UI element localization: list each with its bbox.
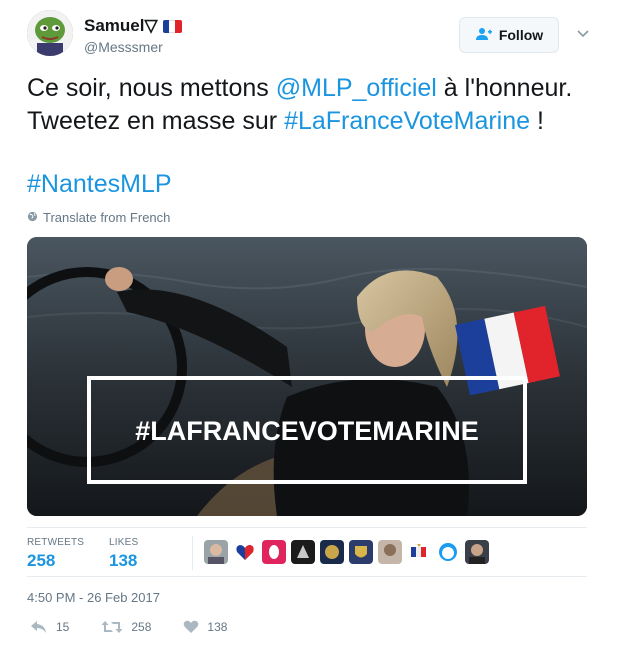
likes-stat[interactable]: LIKES 138 [109, 537, 138, 571]
likes-label: LIKES [109, 537, 139, 548]
retweet-count: 258 [131, 620, 152, 634]
france-flag-icon [162, 19, 182, 33]
tweet-text-part: à l'honneur. [436, 74, 573, 102]
tweet-stats: RETWEETS 258 LIKES 138 [27, 527, 587, 577]
translate-link[interactable]: Translate from French [27, 210, 170, 225]
hashtag-link[interactable]: #NantesMLP [27, 170, 172, 199]
follow-button[interactable]: Follow [459, 17, 559, 53]
likers-avatars [204, 540, 489, 564]
retweets-value: 258 [27, 551, 56, 570]
liker-avatar[interactable] [204, 540, 228, 564]
tweet-timestamp[interactable]: 4:50 PM - 26 Feb 2017 [27, 590, 160, 605]
likes-value: 138 [109, 551, 138, 570]
heart-icon [183, 620, 199, 634]
mention-link[interactable]: @MLP_officiel [276, 74, 437, 102]
user-name[interactable]: Samuel▽ [84, 16, 182, 36]
tweet-text-part: Ce soir, nous mettons [27, 74, 276, 102]
tweet-text-part: ! [530, 107, 544, 135]
hashtag-link[interactable]: #LaFranceVoteMarine [284, 107, 530, 135]
liker-avatar[interactable] [262, 540, 286, 564]
tweet-text: Ce soir, nous mettons @MLP_officiel à l'… [27, 72, 597, 138]
liker-avatar[interactable] [407, 540, 431, 564]
tweet-media-image[interactable]: #LAFRANCEVOTEMARINE [27, 237, 587, 516]
reply-count: 15 [56, 620, 70, 634]
liker-avatar[interactable] [320, 540, 344, 564]
retweet-icon [101, 620, 123, 634]
retweet-button[interactable]: 258 [101, 620, 151, 634]
add-user-icon [475, 27, 493, 44]
media-overlay-text: #LAFRANCEVOTEMARINE [135, 416, 479, 446]
tweet-text-part: Tweetez en masse sur [27, 107, 285, 135]
tweet-actions: 15 258 138 [30, 620, 259, 634]
liker-avatar[interactable] [233, 540, 257, 564]
tweet-header: Samuel▽ @Messsmer Follow [27, 8, 597, 58]
liker-avatar[interactable] [465, 540, 489, 564]
retweets-label: RETWEETS [27, 537, 85, 548]
reply-icon [30, 620, 48, 634]
user-handle[interactable]: @Messsmer [84, 39, 163, 55]
liker-avatar[interactable] [291, 540, 315, 564]
like-count: 138 [207, 620, 228, 634]
globe-icon [27, 210, 38, 225]
follow-button-label: Follow [498, 27, 544, 43]
chevron-down-icon[interactable] [574, 24, 592, 42]
user-avatar[interactable] [27, 10, 73, 56]
stats-divider [192, 536, 193, 570]
translate-label: Translate from French [43, 210, 171, 225]
reply-button[interactable]: 15 [30, 620, 69, 634]
liker-avatar[interactable] [378, 540, 402, 564]
retweets-stat[interactable]: RETWEETS 258 [27, 537, 84, 571]
liker-avatar[interactable] [349, 540, 373, 564]
user-name-text: Samuel▽ [84, 16, 158, 35]
liker-avatar[interactable] [436, 540, 460, 564]
like-button[interactable]: 138 [183, 620, 227, 634]
